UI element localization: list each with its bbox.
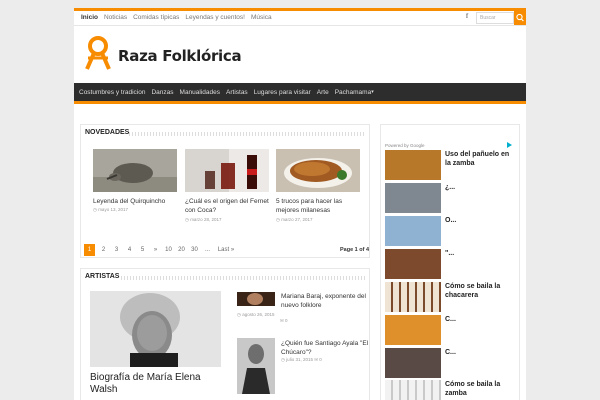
search-icon [516, 13, 524, 22]
top-nav-inicio[interactable]: Inicio [78, 13, 101, 23]
top-nav: Inicio Noticias Comidas típicas Leyendas… [78, 13, 275, 23]
sidebar-item[interactable]: Uso del pañuelo en la zamba [445, 150, 515, 168]
main-nav: Costumbres y tradicion Danzas Manualidad… [74, 83, 526, 104]
page-info: Page 1 of 4 [340, 247, 370, 253]
pagination: 1 2 3 4 5 » 10 20 30 ... Last » [84, 244, 238, 256]
card-title[interactable]: Leyenda del Quirquincho [93, 197, 177, 206]
section-title: ARTISTAS [85, 273, 120, 280]
sidebar-item[interactable]: ¿... [445, 183, 515, 192]
page-link-5[interactable]: 5 [136, 244, 149, 256]
section-stripe [121, 276, 365, 280]
artist-item-date: ◷ agosto 26, 2015 [237, 312, 275, 317]
facebook-icon[interactable]: f [462, 12, 472, 23]
card-title[interactable]: 5 trucos para hacer las mejores milanesa… [276, 197, 360, 215]
card-title[interactable]: ¿Cuál es el origen del Fernet con Coca? [185, 197, 269, 215]
top-nav-musica[interactable]: Música [248, 13, 275, 23]
page-link-20[interactable]: 20 [175, 244, 188, 256]
page-link-3[interactable]: 3 [110, 244, 123, 256]
sidebar-item[interactable]: C... [445, 315, 515, 324]
nav-item-lugares[interactable]: Lugares para visitar [254, 89, 317, 96]
top-bar: Inicio Noticias Comidas típicas Leyendas… [74, 8, 526, 26]
artist-main-title[interactable]: Biografía de María Elena Walsh [90, 372, 215, 396]
search-input[interactable]: Buscar [476, 12, 514, 24]
artist-thumb-baraj[interactable] [237, 292, 275, 306]
sidebar-image[interactable] [385, 183, 441, 213]
comment-count: ✉ 0 [280, 318, 288, 323]
sidebar-item[interactable]: O... [445, 216, 515, 225]
nav-item-costumbres[interactable]: Costumbres y tradicion [79, 89, 151, 96]
card-image-fernet[interactable] [185, 149, 269, 192]
artist-item-title[interactable]: Mariana Baraj, exponente del nuevo folkl… [281, 292, 371, 310]
sidebar-item[interactable]: Cómo se baila la zamba [445, 380, 515, 398]
card-date: ◷ mayo 13, 2017 [93, 207, 128, 212]
sidebar-image[interactable] [385, 249, 441, 279]
page-link-30[interactable]: 30 [188, 244, 201, 256]
sidebar-image[interactable] [385, 216, 441, 246]
sidebar-image[interactable] [385, 380, 441, 400]
artist-item-title[interactable]: ¿Quién fue Santiago Ayala "El Chúcaro"? [281, 339, 371, 357]
card-image-milanesas[interactable] [276, 149, 360, 192]
sidebar-image[interactable] [385, 150, 441, 180]
page-ellipsis: ... [204, 247, 210, 253]
nav-item-danzas[interactable]: Danzas [151, 89, 179, 96]
nav-item-manualidades[interactable]: Manualidades [180, 89, 226, 96]
top-nav-leyendas[interactable]: Leyendas y cuentos! [182, 13, 248, 23]
page-next[interactable]: » [149, 244, 162, 256]
artist-thumb-ayala[interactable] [237, 338, 275, 394]
site-logo[interactable]: Raza Folklórica [84, 36, 264, 72]
page-link-4[interactable]: 4 [123, 244, 136, 256]
section-title: NOVEDADES [85, 129, 130, 136]
adchoices-icon[interactable] [506, 142, 513, 148]
sidebar-item[interactable]: "... [445, 249, 515, 258]
logo-icon [85, 36, 111, 70]
card-date: ◷ marzo 28, 2017 [185, 217, 222, 222]
search-button[interactable] [514, 11, 526, 25]
page-last[interactable]: Last » [214, 244, 238, 256]
logo-text: Raza Folklórica [118, 47, 242, 65]
sidebar-image[interactable] [385, 315, 441, 345]
sidebar-item[interactable]: C... [445, 348, 515, 357]
ad-label: Powered by Google [385, 143, 425, 148]
artist-main-image[interactable] [90, 291, 221, 367]
top-nav-noticias[interactable]: Noticias [101, 13, 130, 23]
top-nav-comidas[interactable]: Comidas típicas [130, 13, 182, 23]
page-link-1[interactable]: 1 [84, 244, 95, 256]
page-link-10[interactable]: 10 [162, 244, 175, 256]
nav-item-artistas[interactable]: Artistas [226, 89, 254, 96]
artist-item-date: ◷ julio 31, 2015 ✉ 0 [281, 357, 322, 362]
card-date: ◷ marzo 27, 2017 [276, 217, 313, 222]
card-image-quirquincho[interactable] [93, 149, 177, 192]
page-link-2[interactable]: 2 [97, 244, 110, 256]
nav-item-arte[interactable]: Arte [317, 89, 335, 96]
chevron-down-icon: ▾ [371, 89, 374, 95]
sidebar-image[interactable] [385, 282, 441, 312]
section-stripe [129, 132, 365, 136]
sidebar-image[interactable] [385, 348, 441, 378]
sidebar-item[interactable]: Cómo se baila la chacarera [445, 282, 515, 300]
